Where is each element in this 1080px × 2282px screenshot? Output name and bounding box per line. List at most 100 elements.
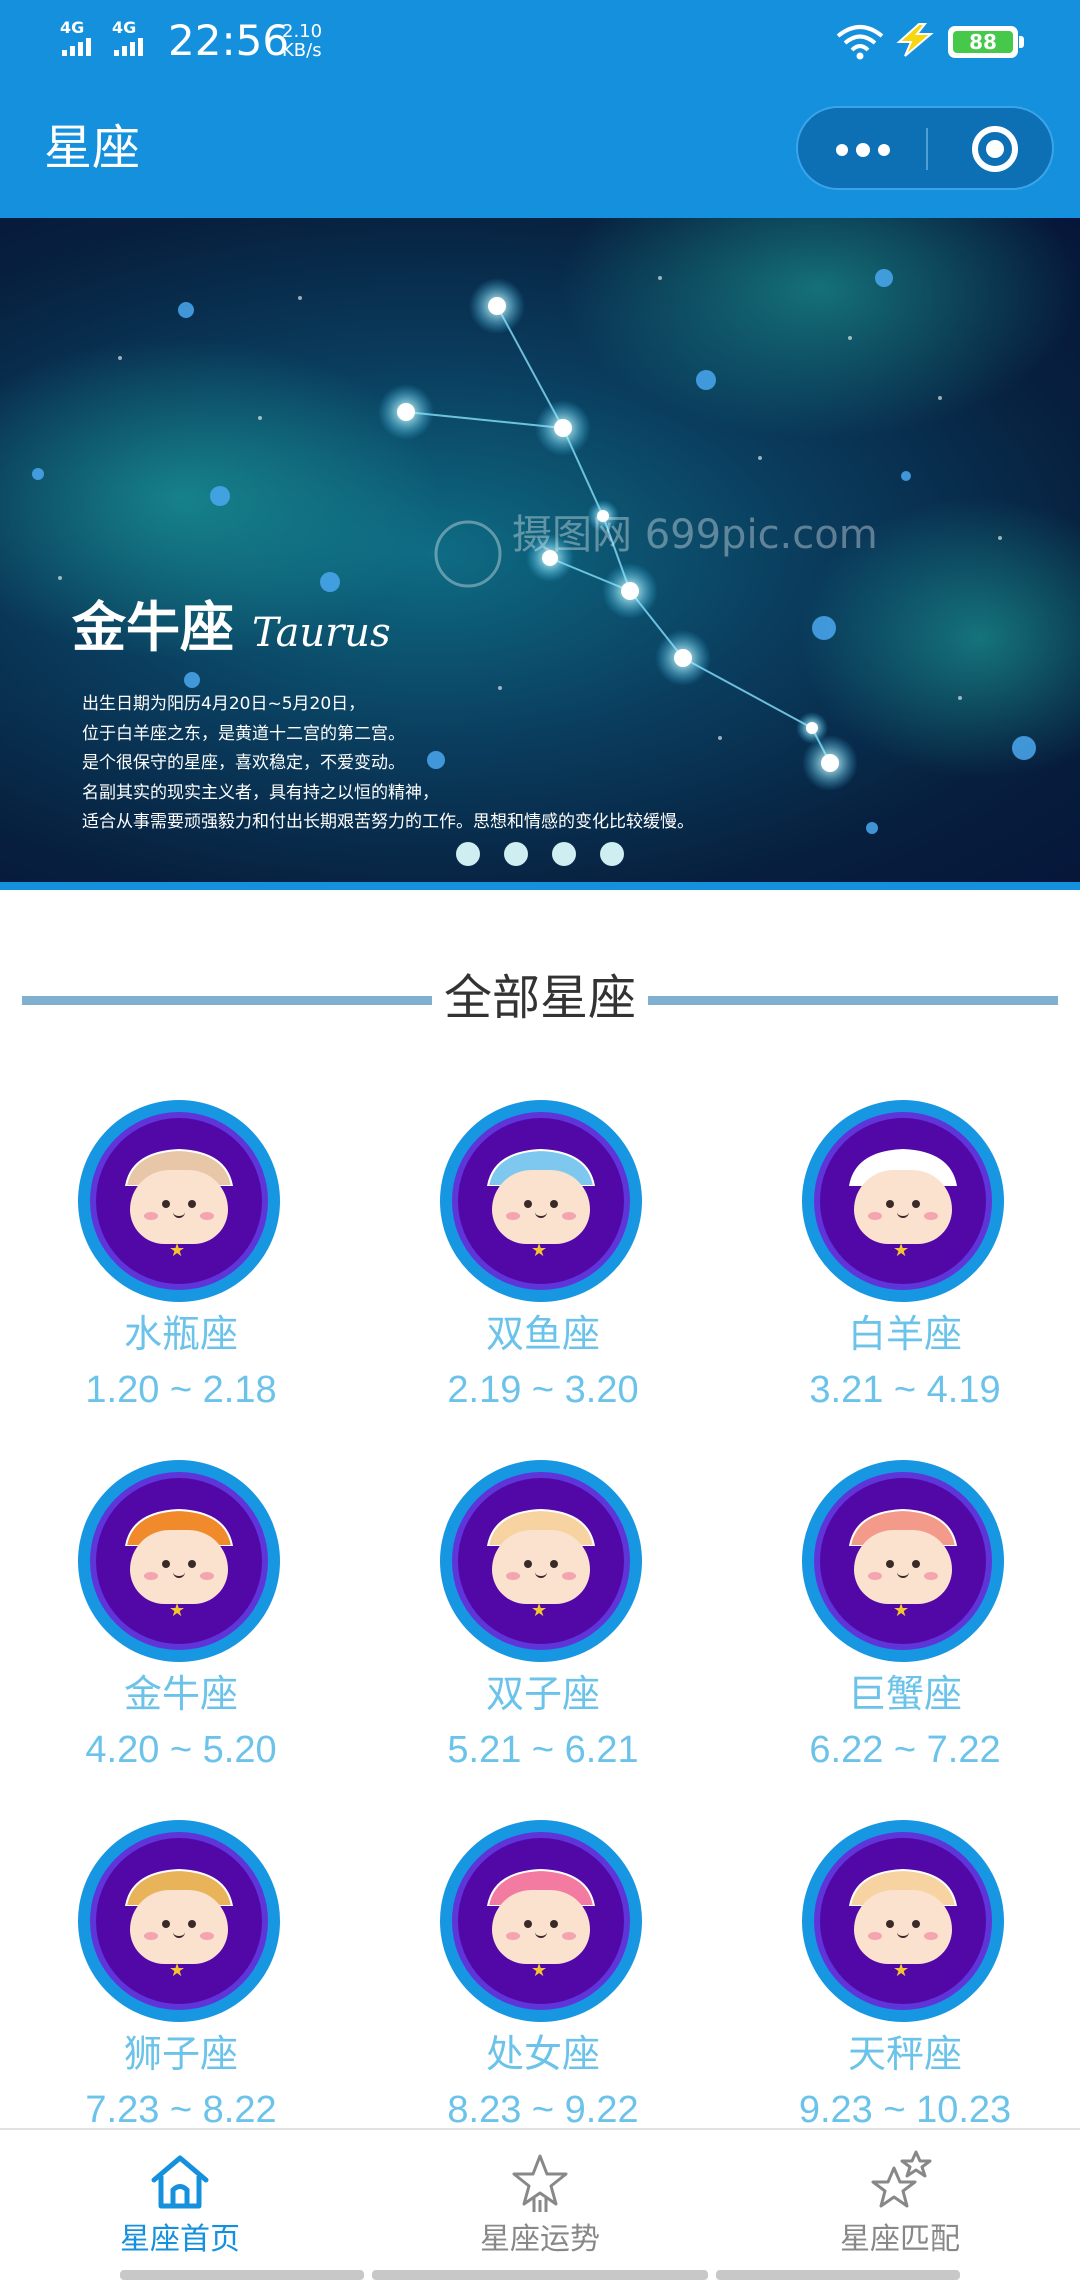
- zodiac-name[interactable]: 处女座: [362, 2026, 724, 2082]
- miniprogram-capsule: [796, 106, 1054, 190]
- zodiac-avatar[interactable]: ★: [802, 1460, 1004, 1662]
- zodiac-name[interactable]: 金牛座: [0, 1666, 362, 1722]
- speed-value: 2.10: [282, 21, 323, 42]
- zodiac-name[interactable]: 双鱼座: [362, 1306, 724, 1362]
- tab-fortune[interactable]: 星座运势: [360, 2130, 720, 2282]
- section-header: 全部星座: [0, 960, 1080, 1040]
- zodiac-card[interactable]: ★ 白羊座 3.21 ~ 4.19: [724, 1100, 1080, 1430]
- zodiac-date-range: 1.20 ~ 2.18: [85, 1369, 277, 1411]
- signal-icon: 4G: [112, 20, 143, 56]
- cartoon-face: [854, 1890, 952, 1964]
- nav-bar: 星座: [0, 82, 1080, 218]
- star-icon: ★: [893, 1960, 910, 1981]
- clock: 22:56: [168, 16, 290, 65]
- star-icon: ★: [169, 1600, 186, 1621]
- zodiac-name[interactable]: 白羊座: [724, 1306, 1080, 1362]
- system-nav-bar: [120, 2270, 364, 2280]
- cartoon-face: [130, 1530, 228, 1604]
- zodiac-date-range: 4.20 ~ 5.20: [85, 1729, 277, 1771]
- signal-type-label: 4G: [60, 18, 85, 37]
- status-bar: 4G 4G 22:56 2.10 KB/s 88: [0, 0, 1080, 82]
- cartoon-face: [854, 1170, 952, 1244]
- zodiac-avatar[interactable]: ★: [440, 1460, 642, 1662]
- tab-label: 星座运势: [480, 2222, 600, 2257]
- cartoon-face: [492, 1890, 590, 1964]
- wifi-icon: [836, 25, 884, 60]
- zodiac-name[interactable]: 水瓶座: [0, 1306, 362, 1362]
- banner-desc-line: 是个很保守的星座，喜欢稳定，不爱变动。: [82, 753, 405, 773]
- zodiac-avatar[interactable]: ★: [78, 1820, 280, 2022]
- page-title: 星座: [44, 120, 141, 176]
- star-icon: ★: [169, 1960, 186, 1981]
- carousel-indicator: [456, 842, 624, 866]
- zodiac-card[interactable]: ★ 狮子座 7.23 ~ 8.22: [0, 1820, 362, 2150]
- capsule-divider: [926, 128, 928, 170]
- tab-match[interactable]: 星座匹配: [720, 2130, 1080, 2282]
- star-fortune-icon: [512, 2154, 568, 2212]
- banner-desc-line: 名副其实的现实主义者，具有持之以恒的精神，: [82, 782, 439, 803]
- system-nav-bar: [372, 2270, 708, 2280]
- star-match-icon: [871, 2150, 932, 2208]
- star-icon: ★: [893, 1600, 910, 1621]
- cartoon-face: [854, 1530, 952, 1604]
- carousel-dot[interactable]: [552, 842, 576, 866]
- zodiac-card[interactable]: ★ 处女座 8.23 ~ 9.22: [362, 1820, 724, 2150]
- zodiac-card[interactable]: ★ 金牛座 4.20 ~ 5.20: [0, 1460, 362, 1790]
- more-dots-icon[interactable]: [798, 108, 926, 188]
- cartoon-face: [492, 1530, 590, 1604]
- zodiac-card[interactable]: ★ 巨蟹座 6.22 ~ 7.22: [724, 1460, 1080, 1790]
- banner-desc-line: 适合从事需要顽强毅力和付出长期艰苦努力的工作。思想和情感的变化比较缓慢。: [82, 812, 694, 832]
- battery-level: 88: [953, 31, 1013, 53]
- cartoon-face: [492, 1170, 590, 1244]
- signal-icon: 4G: [60, 20, 91, 56]
- zodiac-date-range: 6.22 ~ 7.22: [809, 1729, 1001, 1771]
- zodiac-avatar[interactable]: ★: [78, 1460, 280, 1662]
- zodiac-card[interactable]: ★ 双鱼座 2.19 ~ 3.20: [362, 1100, 724, 1430]
- zodiac-date-range: 3.21 ~ 4.19: [809, 1369, 1001, 1411]
- banner-carousel[interactable]: 摄图网 699pic.com 金牛座 Taurus 出生日期为阳历4月20日~5…: [0, 218, 1080, 890]
- zodiac-card[interactable]: ★ 水瓶座 1.20 ~ 2.18: [0, 1100, 362, 1430]
- bottom-tab-bar: 星座首页 星座运势 星座匹配: [0, 2128, 1080, 2280]
- home-icon: [151, 2155, 209, 2209]
- speed-unit: KB/s: [282, 40, 322, 61]
- watermark: 摄图网 699pic.com: [512, 512, 878, 558]
- tab-label: 星座首页: [120, 2222, 240, 2257]
- star-icon: ★: [531, 1240, 548, 1261]
- zodiac-name[interactable]: 狮子座: [0, 2026, 362, 2082]
- banner-description: 出生日期为阳历4月20日~5月20日， 位于白羊座之东，是黄道十二宫的第二宫。 …: [82, 690, 694, 838]
- zodiac-name[interactable]: 巨蟹座: [724, 1666, 1080, 1722]
- star-icon: ★: [893, 1240, 910, 1261]
- tab-label: 星座匹配: [840, 2222, 960, 2257]
- tab-home[interactable]: 星座首页: [0, 2130, 360, 2282]
- zodiac-avatar[interactable]: ★: [440, 1100, 642, 1302]
- star-icon: ★: [531, 1960, 548, 1981]
- zodiac-name[interactable]: 双子座: [362, 1666, 724, 1722]
- banner-desc-line: 位于白羊座之东，是黄道十二宫的第二宫。: [82, 723, 405, 744]
- star-icon: ★: [169, 1240, 186, 1261]
- star-icon: ★: [531, 1600, 548, 1621]
- banner-latin-name: Taurus: [252, 610, 391, 656]
- zodiac-avatar[interactable]: ★: [802, 1100, 1004, 1302]
- zodiac-date-range: 5.21 ~ 6.21: [447, 1729, 639, 1771]
- carousel-dot[interactable]: [504, 842, 528, 866]
- signal-type-label: 4G: [112, 18, 137, 37]
- section-title: 全部星座: [443, 970, 636, 1026]
- zodiac-name[interactable]: 天秤座: [724, 2026, 1080, 2082]
- zodiac-avatar[interactable]: ★: [78, 1100, 280, 1302]
- zodiac-card[interactable]: ★ 双子座 5.21 ~ 6.21: [362, 1460, 724, 1790]
- banner-desc-line: 出生日期为阳历4月20日~5月20日，: [82, 694, 366, 714]
- cartoon-face: [130, 1170, 228, 1244]
- banner-title: 金牛座: [72, 596, 234, 659]
- carousel-dot[interactable]: [600, 842, 624, 866]
- battery-icon: 88: [948, 26, 1024, 58]
- close-target-icon[interactable]: [972, 126, 1018, 172]
- carousel-dot[interactable]: [456, 842, 480, 866]
- zodiac-avatar[interactable]: ★: [440, 1820, 642, 2022]
- zodiac-card[interactable]: ★ 天秤座 9.23 ~ 10.23: [724, 1820, 1080, 2150]
- cartoon-face: [130, 1890, 228, 1964]
- network-speed: 2.10 KB/s: [282, 22, 322, 60]
- charging-bolt-icon: [896, 23, 934, 57]
- system-nav-bar: [716, 2270, 960, 2280]
- zodiac-avatar[interactable]: ★: [802, 1820, 1004, 2022]
- zodiac-date-range: 2.19 ~ 3.20: [447, 1369, 639, 1411]
